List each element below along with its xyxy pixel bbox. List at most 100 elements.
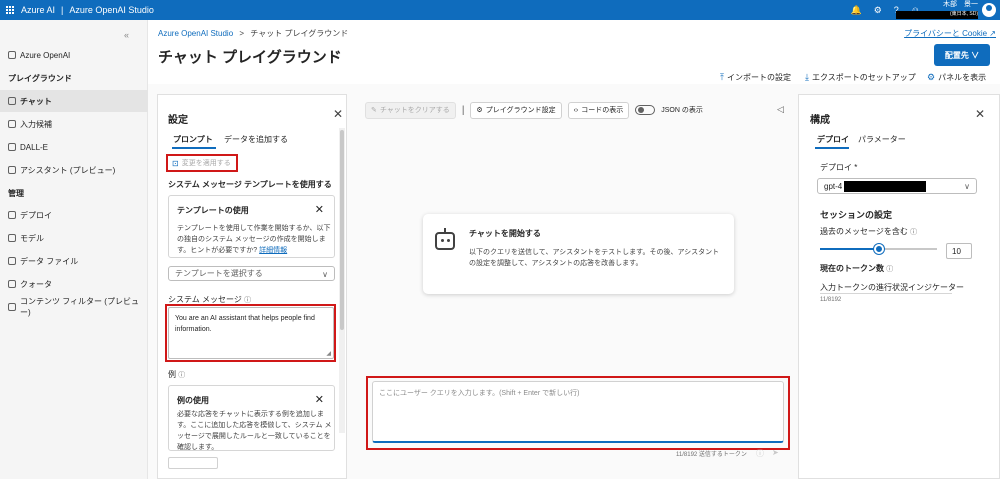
nav-item-chat[interactable]: チャット — [0, 90, 148, 112]
completions-icon — [8, 120, 16, 128]
panels-label: パネルを表示 — [938, 73, 987, 82]
close-icon[interactable]: ✕ — [975, 107, 985, 121]
template-card-title: テンプレートの使用 — [177, 206, 249, 215]
external-link-icon: ↗ — [989, 29, 996, 38]
quota-icon — [8, 280, 16, 288]
show-panels-button[interactable]: ⚙ パネルを表示 — [927, 72, 986, 83]
nav-item-label: アシスタント (プレビュー) — [20, 165, 116, 175]
gear-icon: ⚙ — [927, 72, 936, 82]
gear-icon[interactable]: ⚙ — [874, 5, 882, 16]
studio-name[interactable]: Azure OpenAI Studio — [69, 5, 154, 15]
toolbar-divider: | — [461, 104, 465, 116]
examples-label-text: 例 — [168, 370, 176, 379]
info-icon: ⓘ — [756, 449, 764, 458]
shield-icon — [8, 303, 16, 311]
info-icon[interactable]: ⓘ — [886, 266, 893, 273]
tab-prompt[interactable]: プロンプト — [173, 134, 213, 145]
nav-item-models[interactable]: モデル — [0, 227, 148, 249]
clear-chat-label: チャットをクリアする — [379, 107, 450, 114]
chat-toolbar: ✎ チャットをクリアする | ⚙ プレイグラウンド設定 ‹› コードの表示 JS… — [365, 100, 703, 120]
nav-item-label: 入力候補 — [20, 119, 52, 129]
info-icon[interactable]: ⓘ — [910, 229, 917, 236]
privacy-link[interactable]: プライバシーと Cookie ↗ — [904, 28, 996, 39]
token-count: 11/8192 送信するトークン — [676, 452, 747, 458]
deploy-select[interactable]: gpt-4 ∨ — [817, 178, 977, 194]
template-select[interactable]: テンプレートを選択する ∨ — [168, 266, 335, 281]
view-code-label: コードの表示 — [581, 107, 624, 114]
nav-item-data-files[interactable]: データ ファイル — [0, 250, 148, 272]
json-view-label: JSON の表示 — [661, 107, 703, 114]
highlight-user-query — [366, 376, 790, 450]
redacted-block — [844, 180, 927, 192]
playground-settings-label: プレイグラウンド設定 — [485, 107, 556, 114]
playground-settings-button[interactable]: ⚙ プレイグラウンド設定 — [470, 101, 562, 119]
tab-parameters[interactable]: パラメーター — [858, 134, 906, 145]
nav-section-manage: 管理 — [8, 189, 24, 198]
send-icon[interactable]: ➤ — [772, 448, 779, 457]
view-code-button[interactable]: ‹› コードの表示 — [567, 101, 630, 119]
nav-item-assistants[interactable]: アシスタント (プレビュー) — [0, 159, 148, 181]
nav-item-label: チャット — [20, 96, 52, 106]
info-icon[interactable]: ⓘ — [178, 372, 185, 379]
clear-chat-button[interactable]: ✎ チャットをクリアする — [365, 101, 456, 119]
import-settings-button[interactable]: ⤒ インポートの設定 — [720, 72, 791, 83]
template-card-text: テンプレートを使用して作業を開始するか、以下の独自のシステム メッセージの作成を… — [177, 225, 331, 254]
close-icon[interactable]: ✕ — [333, 107, 343, 121]
chat-icon — [8, 97, 16, 105]
gear-icon: ⚙ — [476, 107, 483, 114]
nav-item-deployments[interactable]: デプロイ — [0, 204, 148, 226]
examples-card: 例の使用 ✕ 必要な応答をチャットに表示する例を追加します。ここに追加した応答を… — [168, 385, 335, 451]
chevron-down-icon: ∨ — [964, 182, 970, 191]
speaker-icon[interactable]: ◁ — [777, 104, 784, 115]
chevron-down-icon: ∨ — [322, 270, 328, 279]
export-setup-button[interactable]: ⤓ エクスポートのセットアップ — [805, 72, 916, 83]
nav-item-completions[interactable]: 入力候補 — [0, 113, 148, 135]
close-icon[interactable]: ✕ — [315, 203, 324, 216]
chat-start-card: チャットを開始する 以下のクエリを送信して、アシスタントをテストします。その後、… — [423, 214, 734, 294]
token-count-heading-text: 現在のトークン数 — [820, 264, 884, 273]
json-toggle[interactable] — [635, 105, 656, 115]
nav-section-playground: プレイグラウンド — [8, 74, 72, 83]
nav-azure-openai[interactable]: Azure OpenAI — [0, 44, 148, 66]
model-icon — [8, 234, 16, 242]
nav-item-label: クォータ — [20, 279, 52, 289]
past-messages-input[interactable]: 10 — [946, 243, 972, 259]
token-progress-bar — [820, 293, 952, 294]
download-icon: ⤓ — [805, 72, 809, 82]
breadcrumb-separator: > — [239, 29, 245, 38]
chat-start-body: 以下のクエリを送信して、アシスタントをテストします。その後、アシスタントの設定を… — [469, 249, 720, 267]
slider-thumb[interactable] — [874, 244, 884, 254]
past-messages-slider[interactable] — [820, 242, 940, 256]
chat-start-title: チャットを開始する — [469, 229, 541, 238]
add-example-button[interactable] — [168, 457, 218, 469]
avatar[interactable] — [982, 3, 996, 17]
examples-card-title: 例の使用 — [177, 396, 209, 405]
file-icon — [8, 257, 16, 265]
learn-more-link[interactable]: 詳細情報 — [259, 247, 287, 254]
collapse-icon[interactable]: « — [124, 30, 129, 40]
tab-add-data[interactable]: データを追加する — [224, 134, 288, 145]
user-info[interactable]: 木部 景一 (東日本, SD) — [896, 1, 978, 19]
deploy-to-button[interactable]: 配置先 ∨ — [934, 44, 990, 66]
past-messages-label: 過去のメッセージを含む ⓘ — [820, 226, 917, 237]
top-bar: Azure AI | Azure OpenAI Studio 🔔 ⚙ ? ☺ 木… — [0, 0, 1000, 20]
app-launcher-icon[interactable] — [6, 6, 14, 14]
privacy-link-label: プライバシーと Cookie — [904, 29, 988, 38]
nav-item-content-filters[interactable]: コンテンツ フィルター (プレビュー) — [0, 296, 148, 318]
use-template-heading: システム メッセージ テンプレートを使用する — [168, 180, 332, 189]
breadcrumb-root[interactable]: Azure OpenAI Studio — [158, 29, 233, 38]
token-count-heading: 現在のトークン数 ⓘ — [820, 263, 893, 274]
settings-scrollbar-thumb[interactable] — [340, 130, 344, 330]
tab-deploy[interactable]: デプロイ — [817, 134, 849, 145]
nav-azure-openai-label: Azure OpenAI — [20, 50, 71, 60]
nav-item-dalle[interactable]: DALL-E — [0, 136, 148, 158]
upload-icon: ⤒ — [720, 72, 724, 82]
bell-icon[interactable]: 🔔 — [850, 5, 861, 16]
nav-item-quotas[interactable]: クォータ — [0, 273, 148, 295]
brand-name[interactable]: Azure AI — [21, 5, 55, 15]
close-icon[interactable]: ✕ — [315, 393, 324, 406]
template-card: テンプレートの使用 ✕ テンプレートを使用して作業を開始するか、以下の独自のシス… — [168, 195, 335, 258]
deploy-select-value: gpt-4 — [824, 181, 843, 191]
highlight-system-message — [165, 304, 336, 362]
info-icon[interactable]: ⓘ — [244, 297, 251, 304]
